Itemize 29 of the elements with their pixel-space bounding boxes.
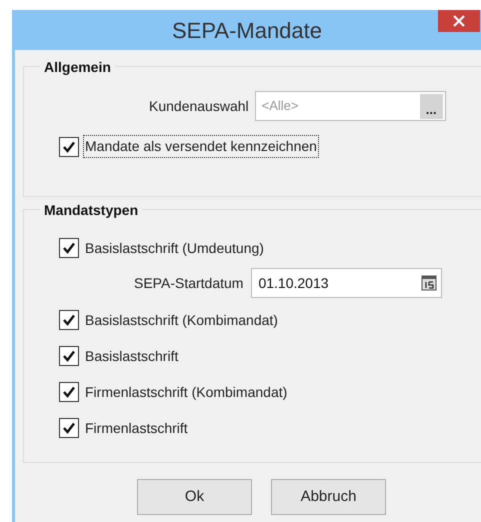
checkbox[interactable] [59, 238, 79, 258]
checkbox-label: Basislastschrift (Umdeutung) [85, 238, 264, 258]
checkbox[interactable] [59, 418, 79, 438]
check-icon [62, 385, 76, 399]
close-icon [453, 15, 465, 27]
checkbox-label: Basislastschrift [85, 346, 178, 366]
close-button[interactable] [438, 10, 480, 32]
checkbox-label: Mandate als versendet kennzeichnen [83, 135, 319, 158]
date-field[interactable]: 01.10.2013 [251, 268, 442, 298]
checkbox-label: Firmenlastschrift (Kombimandat) [85, 382, 288, 402]
checkbox-label: Firmenlastschrift [85, 418, 188, 438]
check-icon [62, 349, 76, 363]
window-title: SEPA-Mandate [172, 16, 322, 44]
check-icon [62, 241, 76, 255]
dialog-button[interactable]: Abbruch [271, 479, 386, 515]
checkbox[interactable] [59, 310, 79, 330]
check-icon [62, 140, 76, 154]
calendar-icon[interactable] [421, 275, 438, 291]
field-label: SEPA-Startdatum [134, 274, 244, 292]
check-icon [62, 313, 76, 327]
checkbox[interactable] [59, 346, 79, 366]
customer-field[interactable]: <Alle> ... [254, 91, 446, 121]
checkbox[interactable] [59, 136, 79, 156]
field-label: Kundenauswahl [149, 96, 249, 116]
checkbox-label: Basislastschrift (Kombimandat) [85, 310, 278, 330]
browse-button[interactable]: ... [420, 94, 443, 118]
checkbox[interactable] [59, 382, 79, 402]
check-icon [62, 421, 76, 435]
dialog-button[interactable]: Ok [137, 479, 252, 515]
